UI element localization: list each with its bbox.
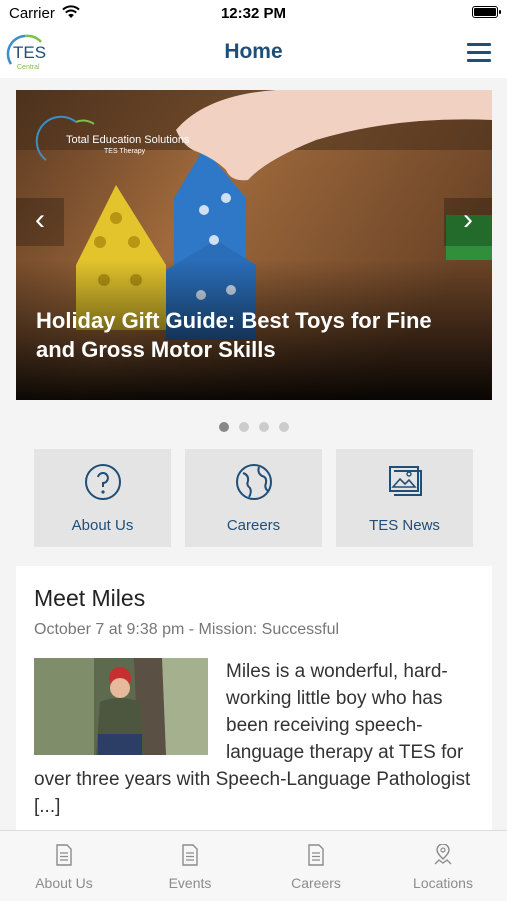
tes-news-tile-label: TES News <box>369 517 440 534</box>
document-icon <box>56 844 72 866</box>
about-us-tile[interactable]: About Us <box>34 449 171 547</box>
document-icon <box>182 844 198 866</box>
carousel-pagination <box>0 422 507 432</box>
pagination-dot-1[interactable] <box>218 422 229 432</box>
pagination-dot-4[interactable] <box>278 422 289 432</box>
hamburger-menu-icon[interactable] <box>467 42 491 62</box>
about-us-tile-label: About Us <box>71 517 134 534</box>
svg-text:Central: Central <box>17 64 40 71</box>
tab-about-us[interactable]: About Us <box>1 831 127 901</box>
pagination-dot-3[interactable] <box>258 422 269 432</box>
tab-bar: About Us Events Careers Locations <box>0 830 507 901</box>
page-title: Home <box>224 40 283 63</box>
post-card[interactable]: Meet Miles October 7 at 9:38 pm - Missio… <box>16 566 492 836</box>
post-thumbnail[interactable] <box>34 658 208 755</box>
quick-links: About Us Careers TES News <box>34 449 474 547</box>
post-meta: October 7 at 9:38 pm - Mission: Successf… <box>34 621 340 638</box>
pagination-dot-2[interactable] <box>238 422 249 432</box>
carousel-caption[interactable]: Holiday Gift Guide: Best Toys for Fine a… <box>36 306 472 364</box>
globe-icon <box>236 464 272 500</box>
post-excerpt-block: Miles is a wonderful, hard-working littl… <box>34 658 474 820</box>
tes-news-tile[interactable]: TES News <box>336 449 473 547</box>
careers-tile-label: Careers <box>226 517 281 534</box>
featured-carousel[interactable]: Total Education Solutions TES Therapy Ho… <box>16 90 492 400</box>
carousel-brand-text: Total Education Solutions TES Therapy <box>66 134 190 155</box>
tab-events[interactable]: Events <box>127 831 253 901</box>
news-images-icon <box>389 466 422 496</box>
clock: 12:32 PM <box>220 5 287 22</box>
nav-bar: TES Central Home <box>0 28 507 78</box>
tab-careers-label: Careers <box>291 875 341 891</box>
careers-tile[interactable]: Careers <box>185 449 322 547</box>
tab-locations[interactable]: Locations <box>380 831 506 901</box>
tab-events-label: Events <box>168 875 212 891</box>
tab-careers[interactable]: Careers <box>253 831 379 901</box>
map-marker-icon <box>434 844 452 865</box>
chevron-left-icon[interactable]: ‹ <box>16 198 64 246</box>
post-title[interactable]: Meet Miles <box>34 585 145 612</box>
battery-icon <box>472 6 501 18</box>
status-bar: Carrier 12:32 PM <box>0 0 507 28</box>
chevron-right-icon[interactable]: › <box>444 198 492 246</box>
question-circle-icon <box>85 464 121 500</box>
tab-about-us-label: About Us <box>35 875 93 891</box>
tab-locations-label: Locations <box>413 875 473 891</box>
document-icon <box>308 844 324 866</box>
